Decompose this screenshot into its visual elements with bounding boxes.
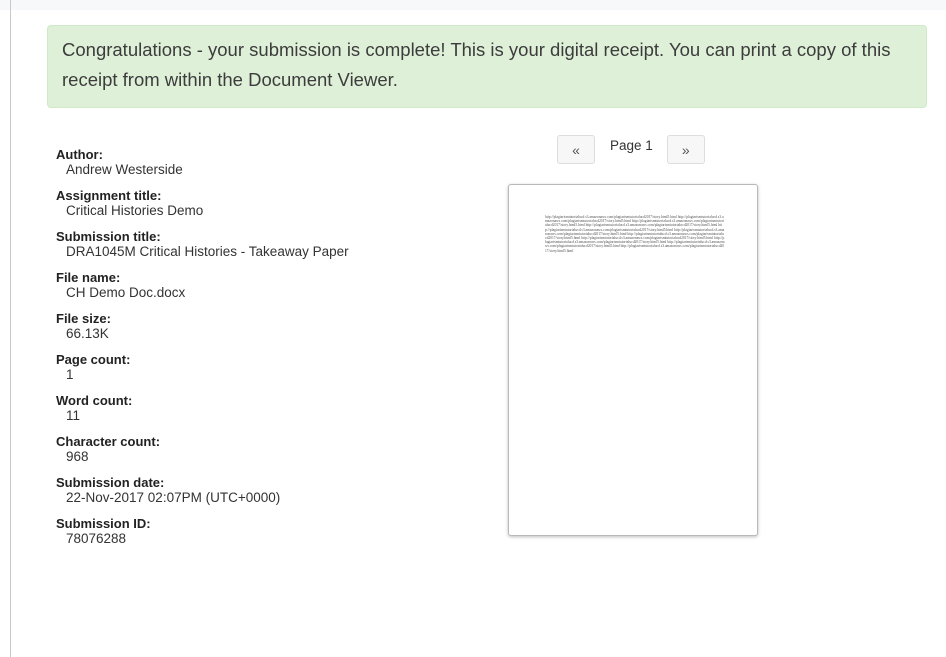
document-page-text: http://plagiarismtutorialucd.s3.amazonaw… <box>545 215 725 253</box>
field-value: CH Demo Doc.docx <box>66 285 186 300</box>
field-label: Word count: <box>56 393 133 408</box>
field-label: Author: <box>56 147 103 162</box>
field-value: Critical Histories Demo <box>66 203 204 218</box>
previous-page-button[interactable]: « <box>557 135 595 164</box>
field-value: 66.13K <box>66 326 109 341</box>
left-divider <box>10 0 11 657</box>
receipt-details: Author: Andrew Westerside Assignment tit… <box>56 148 476 558</box>
field-file-size: File size: 66.13K <box>56 312 476 342</box>
next-page-button[interactable]: » <box>666 135 705 164</box>
top-strip <box>0 0 946 10</box>
field-value: 968 <box>66 449 89 464</box>
field-character-count: Character count: 968 <box>56 435 476 465</box>
field-label: Submission date: <box>56 475 165 490</box>
success-message: Congratulations - your submission is com… <box>62 39 891 90</box>
field-label: Assignment title: <box>56 188 162 203</box>
field-file-name: File name: CH Demo Doc.docx <box>56 271 476 301</box>
field-value: DRA1045M Critical Histories - Takeaway P… <box>66 244 349 259</box>
field-value: Andrew Westerside <box>66 162 183 177</box>
field-label: Character count: <box>56 434 161 449</box>
field-value: 78076288 <box>66 531 127 546</box>
field-word-count: Word count: 11 <box>56 394 476 424</box>
field-label: File name: <box>56 270 121 285</box>
field-submission-title: Submission title: DRA1045M Critical Hist… <box>56 230 476 260</box>
field-submission-id: Submission ID: 78076288 <box>56 517 476 547</box>
field-label: File size: <box>56 311 111 326</box>
field-value: 1 <box>66 367 74 382</box>
field-submission-date: Submission date: 22-Nov-2017 02:07PM (UT… <box>56 476 476 506</box>
success-alert: Congratulations - your submission is com… <box>47 25 927 108</box>
field-value: 11 <box>66 408 81 423</box>
field-label: Submission ID: <box>56 516 151 531</box>
page-indicator: Page 1 <box>610 138 653 153</box>
field-label: Submission title: <box>56 229 161 244</box>
page-navigator: « Page 1 » <box>557 134 705 165</box>
field-value: 22-Nov-2017 02:07PM (UTC+0000) <box>66 490 281 505</box>
field-label: Page count: <box>56 352 131 367</box>
field-page-count: Page count: 1 <box>56 353 476 383</box>
field-author: Author: Andrew Westerside <box>56 148 476 178</box>
field-assignment-title: Assignment title: Critical Histories Dem… <box>56 189 476 219</box>
document-preview[interactable]: http://plagiarismtutorialucd.s3.amazonaw… <box>508 184 758 536</box>
